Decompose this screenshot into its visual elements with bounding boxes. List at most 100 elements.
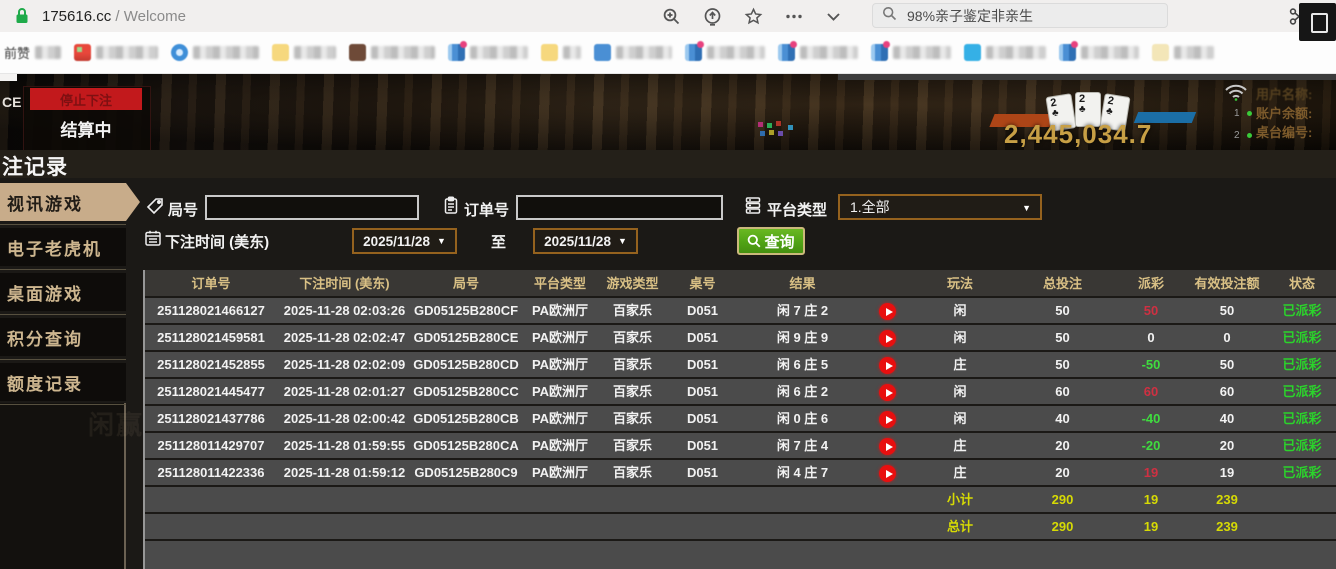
more-menu-icon[interactable]	[785, 7, 803, 26]
cell-res: 闲 4 庄 7	[776, 465, 829, 480]
url-host: 175616.cc	[42, 7, 112, 25]
slot-lights	[758, 122, 763, 127]
sidebar-item-5[interactable]: 额度记录	[0, 363, 126, 405]
bookmark-item[interactable]	[272, 44, 337, 61]
cell-res: 闲 7 庄 4	[776, 438, 829, 453]
bookmark-item[interactable]	[871, 41, 952, 61]
column-header: 下注时间 (美东)	[299, 275, 390, 291]
play-video-button[interactable]	[879, 465, 896, 483]
column-header: 有效投注额	[1194, 275, 1260, 291]
query-button[interactable]: 查询	[737, 227, 805, 255]
date-to-select[interactable]: 2025/11/28 ▼	[533, 228, 638, 254]
cell-game: 百家乐	[612, 357, 652, 372]
bookmark-item[interactable]	[778, 41, 859, 61]
cell-game: 百家乐	[612, 303, 652, 318]
bookmark-favicon-icon	[171, 44, 189, 61]
play-video-button[interactable]	[879, 438, 896, 456]
empty-row	[145, 541, 1336, 569]
table-row[interactable]: 251128021437786 2025-11-28 02:00:42 GD0512…	[145, 406, 1336, 431]
bookmark-blurred-text	[986, 46, 1047, 59]
order-no-input[interactable]	[516, 195, 723, 220]
cell-pay: -50	[1141, 357, 1161, 372]
bookmark-favicon-icon	[272, 44, 290, 61]
table-row[interactable]: 251128011422336 2025-11-28 01:59:12 GD0512…	[145, 460, 1336, 485]
bookmark-item[interactable]	[594, 44, 673, 61]
bookmark-favicon-icon	[349, 44, 367, 61]
play-video-button[interactable]	[879, 384, 896, 402]
cell-res: 闲 9 庄 9	[776, 330, 829, 345]
column-header: 总投注	[1042, 275, 1082, 291]
user-name-label: 用户名称:	[1256, 87, 1313, 102]
sidebar-item-2[interactable]: 电子老虎机	[0, 228, 126, 270]
play-video-button[interactable]	[879, 330, 896, 348]
cell-status: 已派彩	[1282, 438, 1322, 453]
table-row[interactable]: 251128021466127 2025-11-28 02:03:26 GD0512…	[145, 298, 1336, 323]
bookmark-favicon-icon	[685, 41, 705, 61]
bookmark-item[interactable]	[349, 44, 436, 61]
search-input[interactable]	[905, 6, 1139, 25]
bookmark-star-icon[interactable]	[744, 7, 763, 26]
sidebar-item-label: 桌面游戏	[7, 284, 83, 304]
chevron-down-icon[interactable]	[825, 8, 842, 25]
cell-valid: 50	[1219, 357, 1235, 372]
browser-search-box[interactable]	[872, 3, 1168, 28]
calendar-icon	[144, 229, 162, 252]
cell-order: 251128011429707	[157, 438, 265, 453]
bookmark-item[interactable]	[964, 44, 1047, 61]
bookmark-item[interactable]: 前赞	[4, 43, 62, 62]
date-from-select[interactable]: 2025/11/28 ▼	[352, 228, 457, 254]
bookmark-blurred-text	[707, 46, 766, 59]
account-balance-label: 账户余额:	[1256, 106, 1313, 121]
cell-tbl: D051	[686, 303, 719, 318]
cell-pay: 0	[1147, 330, 1155, 345]
bookmark-blurred-text	[563, 46, 582, 59]
cell-plat: PA欧洲厅	[531, 465, 589, 480]
banner-num-2: 2	[1234, 130, 1240, 141]
cell-valid: 0	[1223, 330, 1231, 345]
bookmark-item[interactable]	[74, 44, 159, 61]
sidebar-item-1[interactable]: 视讯游戏	[0, 183, 140, 225]
bookmark-item[interactable]	[448, 41, 529, 61]
cell-valid: 60	[1219, 384, 1235, 399]
totals-cell: 小计	[946, 492, 973, 507]
table-row[interactable]: 251128021459581 2025-11-28 02:02:47 GD0512…	[145, 325, 1336, 350]
bookmark-dark-app-icon[interactable]	[1299, 3, 1336, 41]
column-header: 游戏类型	[606, 275, 659, 291]
bookmark-blurred-text	[35, 46, 62, 59]
video-cell	[865, 298, 910, 323]
banner-num-1: 1	[1234, 108, 1240, 119]
play-video-button[interactable]	[879, 357, 896, 375]
cell-valid: 20	[1219, 438, 1235, 453]
bookmark-favicon-icon	[448, 41, 468, 61]
cell-round: GD05125B280CF	[413, 303, 519, 318]
bookmark-item[interactable]	[1152, 44, 1215, 61]
cell-status: 已派彩	[1282, 465, 1322, 480]
totals-cell: 290	[1051, 492, 1074, 507]
bookmark-item[interactable]	[685, 41, 766, 61]
send-tab-icon[interactable]	[703, 7, 722, 26]
video-cell	[865, 460, 910, 485]
cell-res: 闲 7 庄 2	[776, 303, 829, 318]
zoom-in-icon[interactable]	[662, 7, 681, 26]
bookmark-item[interactable]	[1059, 41, 1140, 61]
bookmark-item[interactable]	[541, 44, 582, 61]
platform-icon	[744, 196, 762, 220]
bookmark-item[interactable]	[171, 44, 260, 61]
cell-plat: PA欧洲厅	[531, 357, 589, 372]
table-row[interactable]: 251128021445477 2025-11-28 02:01:27 GD0512…	[145, 379, 1336, 404]
cell-pay: -20	[1141, 438, 1161, 453]
sidebar-item-3[interactable]: 桌面游戏	[0, 273, 126, 315]
round-no-input[interactable]	[205, 195, 419, 220]
column-header: 平台类型	[533, 275, 586, 291]
sidebar-item-4[interactable]: 积分查询	[0, 318, 126, 360]
url-text[interactable]: 175616.cc / Welcome	[42, 8, 186, 25]
table-row[interactable]: 251128011429707 2025-11-28 01:59:55 GD0512…	[145, 433, 1336, 458]
bookmark-blurred-text	[294, 46, 337, 59]
play-video-button[interactable]	[879, 411, 896, 429]
cell-pay: -40	[1141, 411, 1161, 426]
bookmark-blurred-text	[1174, 46, 1215, 59]
play-video-button[interactable]	[879, 303, 896, 321]
platform-type-select[interactable]: 1.全部 ▼	[838, 194, 1042, 220]
banner-top-strip	[838, 74, 1336, 80]
table-row[interactable]: 251128021452855 2025-11-28 02:02:09 GD0512…	[145, 352, 1336, 377]
